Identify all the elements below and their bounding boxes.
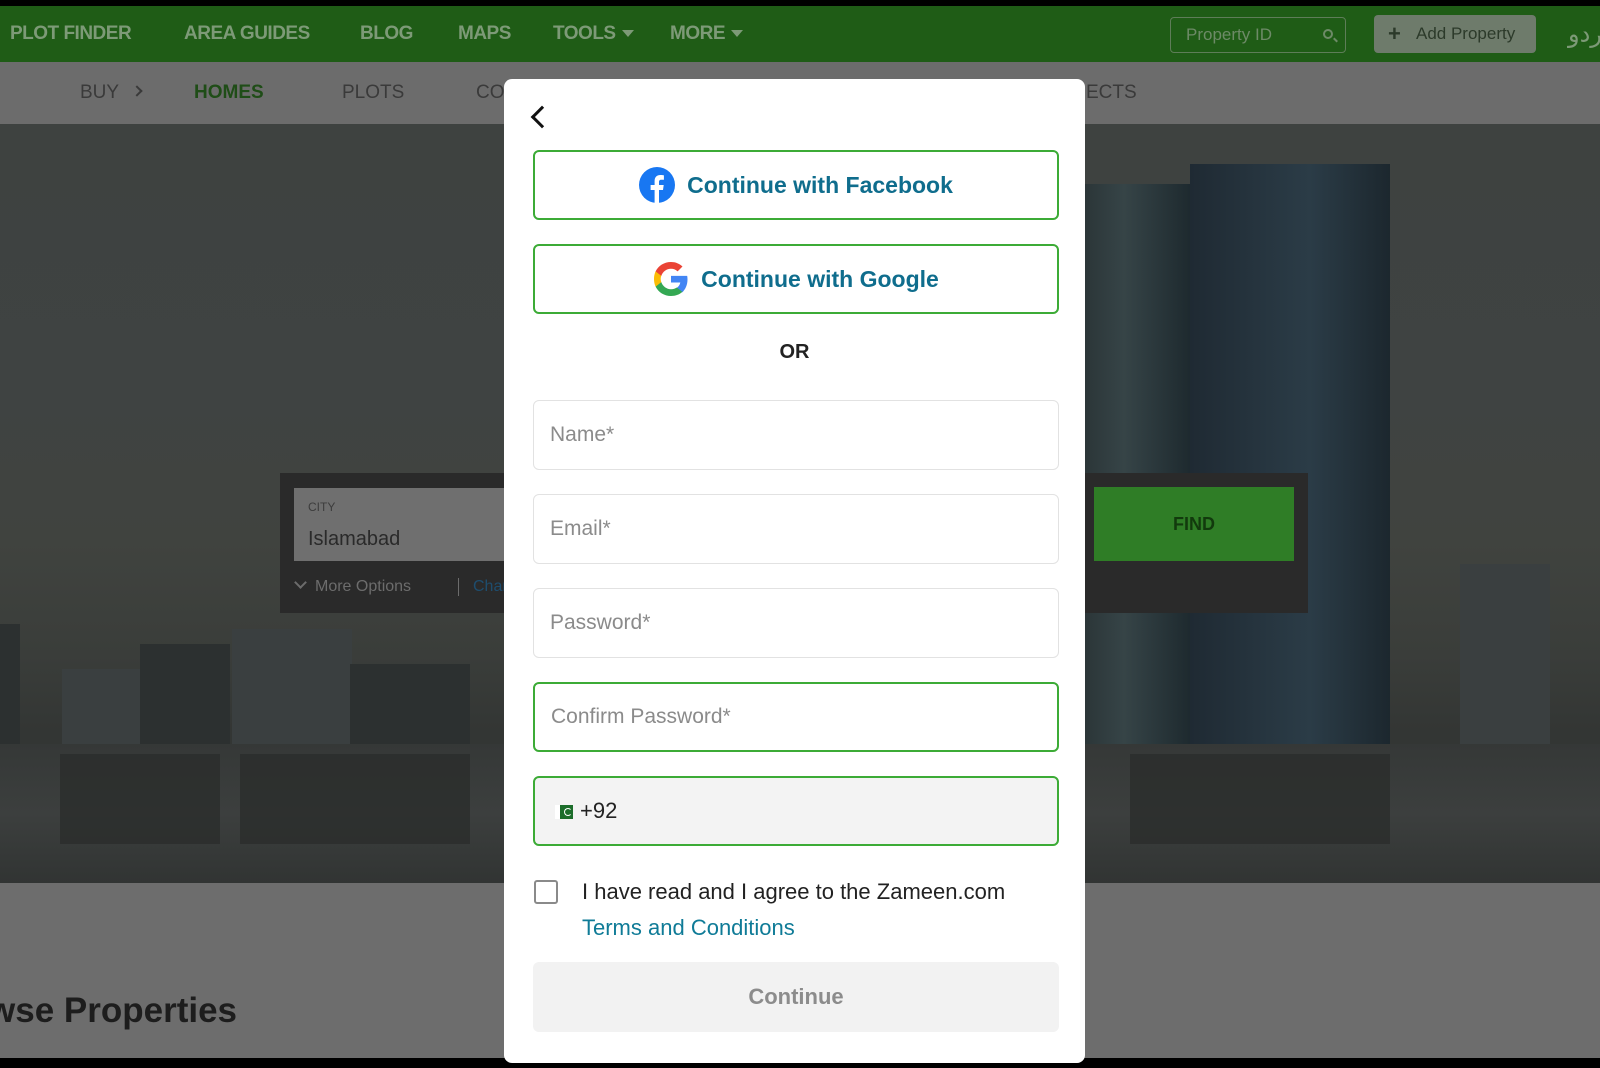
subnav-buy[interactable]: BUY [80, 62, 143, 124]
add-property-button[interactable]: + Add Property [1374, 15, 1536, 53]
property-id-search[interactable]: Property ID [1170, 17, 1346, 53]
subnav-commercial[interactable]: CO [476, 62, 505, 124]
password-input[interactable] [534, 589, 1058, 657]
hero-reflection [240, 754, 470, 844]
search-icon[interactable] [1323, 29, 1333, 39]
phone-field[interactable]: +92 [533, 776, 1059, 846]
subnav-buy-label: BUY [80, 82, 120, 103]
continue-button[interactable]: Continue [533, 962, 1059, 1032]
name-field[interactable] [533, 400, 1059, 470]
more-options-toggle[interactable]: More Options [294, 576, 412, 596]
subnav-homes[interactable]: HOMES [194, 62, 264, 124]
page: PLOT FINDER AREA GUIDES BLOG MAPS TOOLS … [0, 0, 1600, 1068]
more-options-label: More Options [315, 578, 412, 595]
email-input[interactable] [534, 495, 1058, 563]
password-field[interactable] [533, 588, 1059, 658]
nav-tools[interactable]: TOOLS [553, 6, 634, 62]
back-arrow-icon[interactable] [526, 103, 554, 131]
nav-more-label: MORE [670, 23, 726, 44]
google-icon [654, 262, 688, 296]
language-toggle[interactable]: اردو [1568, 20, 1600, 48]
continue-with-facebook-button[interactable]: Continue with Facebook [533, 150, 1059, 220]
subnav-projects[interactable]: ECTS [1086, 62, 1137, 124]
city-value: Islamabad [308, 528, 401, 550]
pakistan-flag-icon[interactable] [555, 805, 573, 819]
section-title: wse Properties [0, 991, 237, 1030]
google-button-label: Continue with Google [701, 265, 939, 292]
chevron-down-icon [294, 576, 307, 589]
signup-modal: Continue with Facebook Continue with Goo… [504, 79, 1085, 1063]
facebook-icon [639, 167, 676, 203]
name-input[interactable] [534, 401, 1058, 469]
facebook-button-label: Continue with Facebook [687, 171, 953, 198]
nav-plot-finder[interactable]: PLOT FINDER [10, 6, 132, 62]
hero-building [62, 669, 142, 754]
nav-blog[interactable]: BLOG [360, 6, 413, 62]
chevron-right-icon [131, 85, 143, 97]
hero-building [140, 644, 230, 754]
or-divider: OR [779, 341, 810, 363]
terms-checkbox[interactable] [534, 880, 558, 904]
nav-more[interactable]: MORE [670, 6, 743, 62]
find-button[interactable]: FIND [1094, 487, 1294, 561]
city-label: CITY [308, 500, 336, 514]
add-property-label: Add Property [1416, 24, 1516, 43]
confirm-password-field[interactable] [533, 682, 1059, 752]
terms-prefix: I have read and I agree to the Zameen.co… [582, 879, 1006, 904]
nav-area-guides[interactable]: AREA GUIDES [184, 6, 310, 62]
nav-maps[interactable]: MAPS [458, 6, 511, 62]
terms-link[interactable]: Terms and Conditions [582, 915, 795, 940]
hero-reflection [1130, 754, 1390, 844]
caret-down-icon [731, 30, 743, 38]
phone-country-code: +92 [580, 798, 618, 823]
property-id-placeholder: Property ID [1186, 25, 1272, 44]
terms-text: I have read and I agree to the Zameen.co… [582, 874, 1042, 946]
confirm-password-input[interactable] [535, 684, 1057, 750]
hero-building [1190, 164, 1390, 764]
email-field[interactable] [533, 494, 1059, 564]
caret-down-icon [621, 30, 634, 38]
hero-building [232, 629, 352, 754]
continue-with-google-button[interactable]: Continue with Google [533, 244, 1059, 314]
hero-building [0, 624, 20, 754]
plus-icon: + [1388, 21, 1401, 46]
hero-building [350, 664, 470, 754]
hero-reflection [60, 754, 220, 844]
subnav-plots[interactable]: PLOTS [342, 62, 404, 124]
top-nav: PLOT FINDER AREA GUIDES BLOG MAPS TOOLS … [0, 6, 1600, 62]
nav-tools-label: TOOLS [553, 23, 616, 44]
hero-building [1460, 564, 1550, 764]
